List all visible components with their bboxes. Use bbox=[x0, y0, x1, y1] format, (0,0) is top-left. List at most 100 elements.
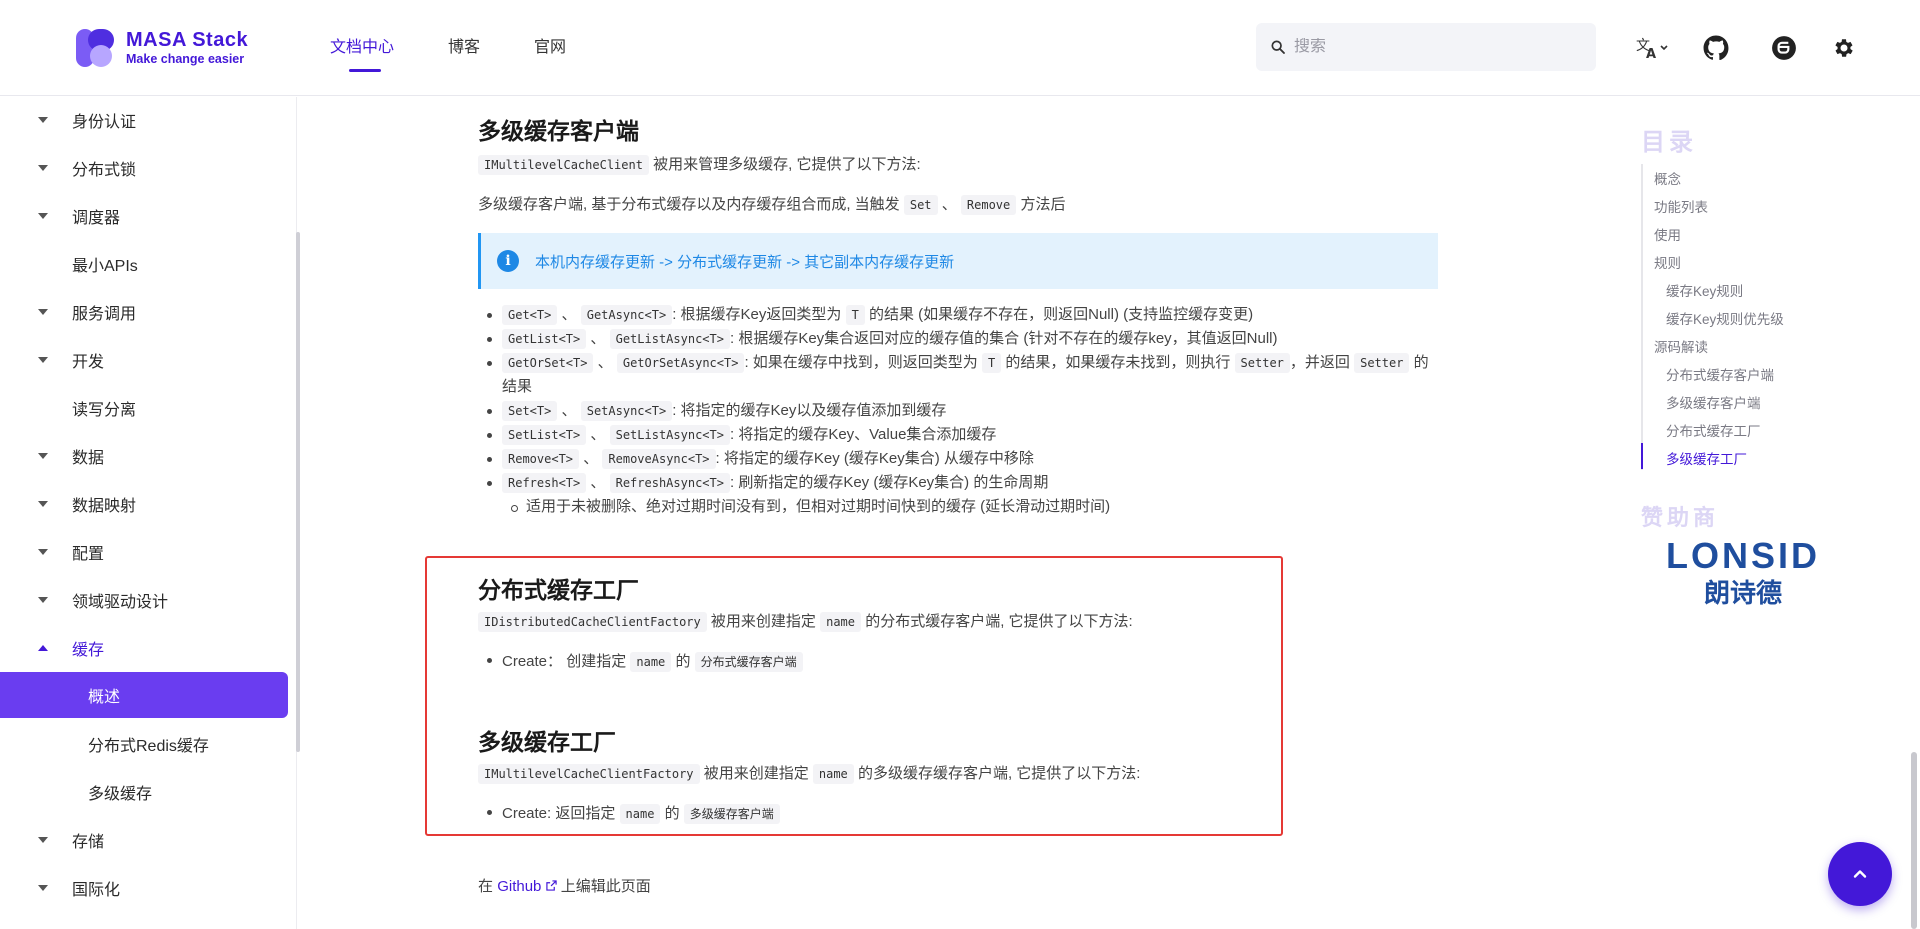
sidebar-item-data[interactable]: 数据 bbox=[0, 433, 288, 479]
gitee-button[interactable] bbox=[1770, 34, 1798, 62]
chevron-down-icon bbox=[38, 357, 48, 363]
sidebar-item-development[interactable]: 开发 bbox=[0, 337, 288, 383]
sidebar-item-ddd[interactable]: 领域驱动设计 bbox=[0, 577, 288, 623]
toc-item[interactable]: 缓存Key规则优先级 bbox=[1666, 308, 1784, 328]
code-inline: GetOrSetAsync<T> bbox=[616, 353, 745, 373]
sidebar-item-label: 分布式Redis缓存 bbox=[88, 738, 209, 755]
toc-item-active[interactable]: 多级缓存工厂 bbox=[1666, 448, 1747, 468]
list-text: ，并返回 bbox=[1289, 354, 1350, 371]
separator: 、 bbox=[590, 474, 606, 491]
sidebar-item-label: 服务调用 bbox=[72, 306, 137, 323]
multilevel-client-desc: 多级缓存客户端, 基于分布式缓存以及内存缓存组合而成, 当触发 Set 、 Re… bbox=[478, 193, 1066, 215]
sidebar-item-label: 数据 bbox=[72, 450, 105, 467]
sidebar-item-lock[interactable]: 分布式锁 bbox=[0, 145, 288, 191]
list-item: Remove<T> 、 RemoveAsync<T>: 将指定的缓存Key (缓… bbox=[478, 447, 1438, 471]
github-icon bbox=[1703, 35, 1729, 61]
back-to-top-button[interactable] bbox=[1828, 842, 1892, 906]
sidebar-item-label: 存储 bbox=[72, 834, 105, 851]
github-edit-link[interactable]: Github bbox=[497, 878, 557, 895]
toc-item[interactable]: 源码解读 bbox=[1654, 336, 1708, 356]
toc-item[interactable]: 功能列表 bbox=[1654, 196, 1708, 216]
code-inline: Set<T> bbox=[502, 401, 558, 421]
code-inline: SetListAsync<T> bbox=[609, 425, 730, 445]
toc-item[interactable]: 缓存Key规则 bbox=[1666, 280, 1743, 300]
sidebar-item-scheduler[interactable]: 调度器 bbox=[0, 193, 288, 239]
sidebar-item-storage[interactable]: 存储 bbox=[0, 817, 288, 863]
desc-tail: 方法后 bbox=[1020, 196, 1066, 213]
toc-item[interactable]: 使用 bbox=[1654, 224, 1681, 244]
sidebar-item-multilevel-cache[interactable]: 多级缓存 bbox=[0, 769, 288, 815]
intro-text: 被用来管理多级缓存, 它提供了以下方法: bbox=[653, 156, 921, 173]
sidebar-item-service-caller[interactable]: 服务调用 bbox=[0, 289, 288, 335]
sidebar-item-caching[interactable]: 缓存 bbox=[0, 625, 288, 671]
chevron-down-icon bbox=[38, 213, 48, 219]
sidebar-item-data-mapping[interactable]: 数据映射 bbox=[0, 481, 288, 527]
list-item: Get<T> 、 GetAsync<T>: 根据缓存Key返回类型为 T 的结果… bbox=[478, 303, 1438, 327]
list-text: : 根据缓存Key集合返回对应的缓存值的集合 (针对不存在的缓存key，其值返回… bbox=[729, 330, 1278, 347]
sidebar-item-label: 身份认证 bbox=[72, 114, 137, 131]
code-inline: GetAsync<T> bbox=[580, 305, 673, 325]
sponsor-name-cn: 朗诗德 bbox=[1704, 579, 1782, 609]
highlight-box bbox=[425, 556, 1283, 836]
arrow-up-icon bbox=[1853, 870, 1867, 878]
sidebar-item-i18n[interactable]: 国际化 bbox=[0, 865, 288, 911]
separator: 、 bbox=[561, 306, 577, 323]
toc-item[interactable]: 多级缓存客户端 bbox=[1666, 392, 1761, 412]
list-item: Set<T> 、 SetAsync<T>: 将指定的缓存Key以及缓存值添加到缓… bbox=[478, 399, 1438, 423]
desc-text: 多级缓存客户端, 基于分布式缓存以及内存缓存组合而成, 当触发 bbox=[478, 196, 900, 213]
code-inline: GetOrSet<T> bbox=[502, 353, 594, 373]
info-alert: i 本机内存缓存更新 -> 分布式缓存更新 -> 其它副本内存缓存更新 bbox=[478, 233, 1438, 289]
chevron-down-icon bbox=[38, 549, 48, 555]
translate-icon: 文 A bbox=[1636, 38, 1668, 61]
brand-title: MASA Stack bbox=[126, 29, 249, 52]
sidebar-item-redis-cache[interactable]: 分布式Redis缓存 bbox=[0, 721, 288, 767]
sponsor-logo[interactable]: LONSID 朗诗德 bbox=[1640, 535, 1846, 617]
sidebar-item-label: 调度器 bbox=[72, 210, 121, 227]
github-link-text: Github bbox=[497, 878, 542, 895]
github-button[interactable] bbox=[1702, 34, 1730, 62]
logo[interactable]: MASA Stack Make change easier bbox=[74, 27, 248, 69]
list-item: GetList<T> 、 GetListAsync<T>: 根据缓存Key集合返… bbox=[478, 327, 1438, 351]
sidebar-item-auth[interactable]: 身份认证 bbox=[0, 97, 288, 143]
list-item: GetOrSet<T> 、 GetOrSetAsync<T>: 如果在缓存中找到… bbox=[478, 351, 1438, 399]
sidebar-item-config[interactable]: 配置 bbox=[0, 529, 288, 575]
code-inline: IMultilevelCacheClient bbox=[478, 155, 649, 175]
code-inline: Refresh<T> bbox=[502, 473, 587, 493]
sidebar-scrollbar[interactable] bbox=[296, 232, 300, 752]
sidebar-item-overview[interactable]: 概述 bbox=[0, 672, 288, 718]
sidebar-item-label: 数据映射 bbox=[72, 498, 137, 515]
nav-blog[interactable]: 博客 bbox=[448, 0, 480, 96]
nav-official[interactable]: 官网 bbox=[534, 0, 566, 96]
sidebar-item-read-write[interactable]: 读写分离 bbox=[0, 385, 288, 431]
chevron-down-icon bbox=[38, 309, 48, 315]
method-list: Get<T> 、 GetAsync<T>: 根据缓存Key返回类型为 T 的结果… bbox=[478, 303, 1438, 519]
code-inline: Get<T> bbox=[502, 305, 558, 325]
settings-button[interactable] bbox=[1830, 34, 1858, 62]
code-inline: Set bbox=[903, 195, 938, 215]
edit-prefix: 在 bbox=[478, 878, 494, 895]
list-item-nested: 适用于未被删除、绝对过期时间没有到，但相对过期时间快到的缓存 (延长滑动过期时间… bbox=[478, 495, 1438, 519]
gitee-icon bbox=[1772, 36, 1796, 60]
sidebar-item-label: 配置 bbox=[72, 546, 105, 563]
toc-item[interactable]: 分布式缓存客户端 bbox=[1666, 364, 1774, 384]
nav-docs[interactable]: 文档中心 bbox=[330, 0, 394, 96]
sidebar-item-label: 多级缓存 bbox=[88, 786, 153, 803]
list-text: 适用于未被删除、绝对过期时间没有到，但相对过期时间快到的缓存 (延长滑动过期时间… bbox=[526, 498, 1111, 515]
edit-on-github: 在 Github 上编辑此页面 bbox=[478, 875, 651, 896]
toc-item[interactable]: 概念 bbox=[1654, 168, 1681, 188]
list-text: : 刷新指定的缓存Key (缓存Key集合) 的生命周期 bbox=[729, 474, 1049, 491]
toc-item[interactable]: 规则 bbox=[1654, 252, 1681, 272]
language-switcher[interactable]: 文 A bbox=[1632, 34, 1672, 62]
sidebar-item-label: 读写分离 bbox=[72, 402, 137, 419]
list-text: 的结果 (如果缓存不存在，则返回Null) (支持监控缓存变更) bbox=[868, 306, 1254, 323]
code-inline: Setter bbox=[1354, 353, 1410, 373]
search-input[interactable] bbox=[1294, 38, 1574, 56]
list-text: : 将指定的缓存Key (缓存Key集合) 从缓存中移除 bbox=[715, 450, 1034, 467]
search-box[interactable] bbox=[1256, 23, 1596, 71]
list-text: 结果 bbox=[502, 378, 533, 395]
chevron-down-icon bbox=[38, 117, 48, 123]
toc-item[interactable]: 分布式缓存工厂 bbox=[1666, 420, 1761, 440]
code-inline: Setter bbox=[1234, 353, 1290, 373]
sidebar-item-minimal-apis[interactable]: 最小APIs bbox=[0, 241, 288, 287]
page-scrollbar[interactable] bbox=[1911, 752, 1917, 929]
